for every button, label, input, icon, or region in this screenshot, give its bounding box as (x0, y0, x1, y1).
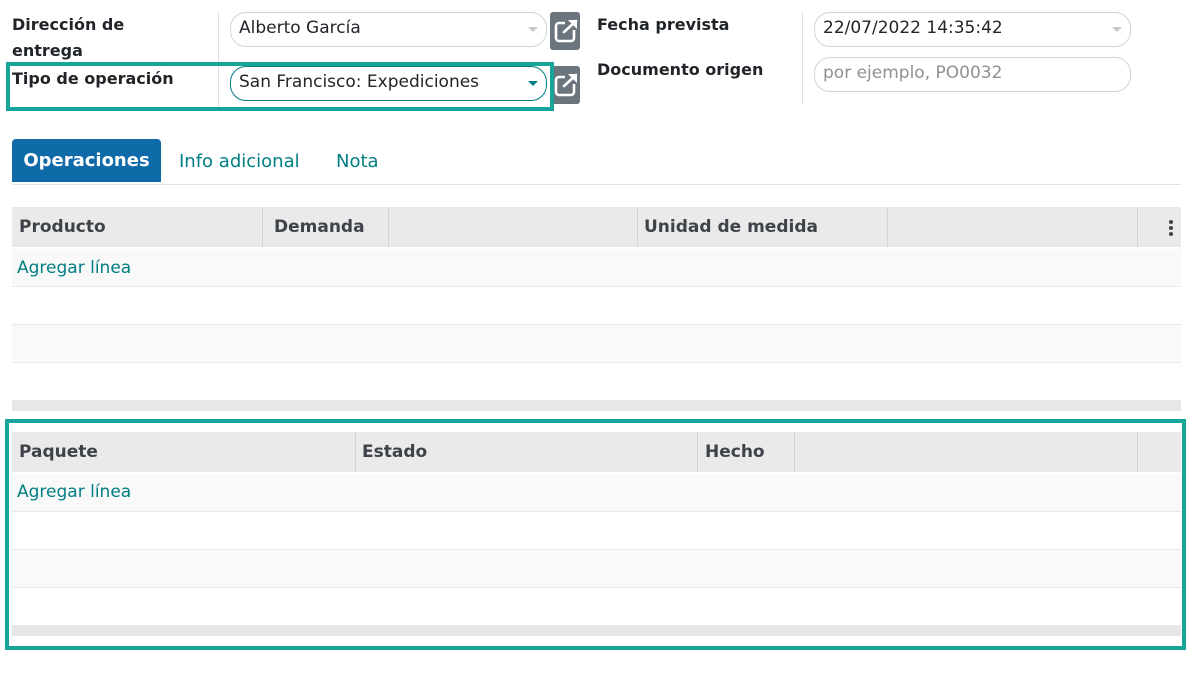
column-header-empty (389, 207, 638, 247)
table-row (12, 363, 1181, 401)
operation-type-highlight (6, 62, 554, 111)
column-header-producto[interactable]: Producto (12, 207, 263, 247)
scheduled-date-label: Fecha prevista (597, 15, 730, 34)
tabs-divider (12, 184, 1181, 185)
tab-info-adicional[interactable]: Info adicional (179, 150, 300, 174)
delivery-address-label-line2: entrega (12, 41, 83, 60)
column-header-empty-2 (888, 207, 1138, 247)
source-document-field[interactable]: por ejemplo, PO0032 (814, 57, 1131, 92)
table-row (12, 325, 1181, 363)
table-row (12, 249, 1181, 287)
chevron-down-icon (1112, 27, 1122, 32)
external-link-icon (554, 73, 578, 97)
operations-add-line-link[interactable]: Agregar línea (17, 256, 131, 280)
packages-table-highlight (5, 419, 1186, 650)
operation-type-external-link-button[interactable] (550, 66, 580, 104)
tab-operaciones[interactable]: Operaciones (12, 139, 161, 182)
delivery-address-field[interactable]: Alberto García (230, 12, 547, 47)
source-document-placeholder: por ejemplo, PO0032 (823, 63, 1003, 83)
scheduled-date-value: 22/07/2022 14:35:42 (823, 18, 1003, 38)
table-row (12, 287, 1181, 325)
tab-nota[interactable]: Nota (336, 150, 379, 174)
delivery-address-value: Alberto García (239, 18, 361, 38)
delivery-address-external-link-button[interactable] (550, 12, 580, 50)
delivery-address-label-line1: Dirección de (12, 15, 125, 34)
scheduled-date-field[interactable]: 22/07/2022 14:35:42 (814, 12, 1131, 47)
delivery-address-label: Dirección de entrega (12, 12, 124, 64)
source-document-label: Documento origen (597, 60, 764, 79)
operations-table-header: Producto Demanda Unidad de medida (12, 207, 1181, 247)
column-header-unidad-de-medida[interactable]: Unidad de medida (637, 207, 888, 247)
external-link-icon (554, 19, 578, 43)
right-field-divider (802, 12, 803, 104)
kebab-menu-icon[interactable] (1169, 220, 1173, 238)
operations-table-footer (12, 401, 1181, 411)
column-header-demanda[interactable]: Demanda (267, 207, 389, 247)
chevron-down-icon (528, 27, 538, 32)
